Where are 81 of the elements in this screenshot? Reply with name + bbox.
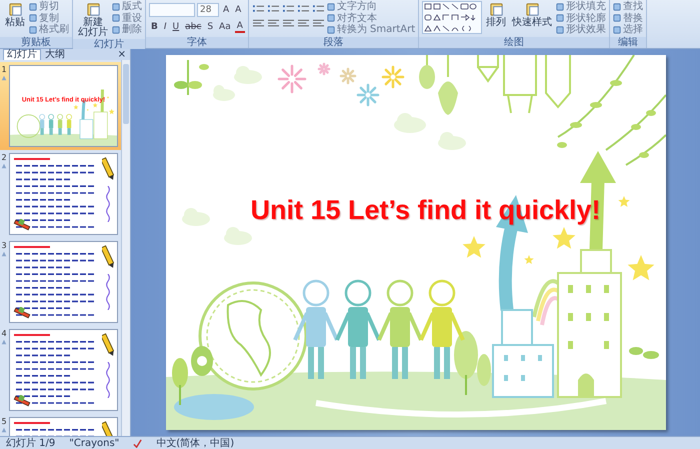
ribbon-button[interactable]: 形状效果 [556, 24, 606, 36]
slide-counter: 幻灯片 1/9 [6, 438, 56, 448]
squiggle-line-drawing [105, 362, 111, 398]
ribbon-button[interactable]: 形状填充 [556, 1, 606, 12]
spellcheck-icon[interactable] [133, 438, 142, 448]
ribbon-button[interactable]: 查找 [613, 1, 644, 12]
animation-icon [1, 75, 7, 81]
shrink-font-button[interactable]: A [233, 4, 244, 16]
sprout-drawing [174, 60, 208, 95]
cloud-drawing [234, 66, 262, 84]
star-icon [552, 227, 575, 249]
slide-thumbnail-item[interactable]: 2 [0, 150, 121, 238]
group-label: 绘图 [419, 37, 610, 48]
scrollbar[interactable] [121, 60, 130, 436]
grow-font-button[interactable]: A [221, 4, 232, 16]
cloud-drawing [224, 227, 252, 245]
leaves-drawing [628, 347, 658, 359]
crayon-icon [13, 307, 31, 319]
rainbow-drawing [532, 279, 558, 326]
ribbon-large-button[interactable]: 粘贴 [3, 1, 27, 29]
slide-number: 3 [1, 241, 7, 250]
star-icon [618, 196, 630, 207]
cloud-drawing [212, 85, 234, 101]
slide-number: 4 [1, 329, 7, 338]
language-indicator[interactable]: 中文(简体，中国) [156, 438, 234, 448]
format-button[interactable]: Aa [217, 20, 233, 33]
ribbon-button[interactable]: 删除 [112, 24, 142, 36]
tree-drawing [172, 358, 188, 405]
format-button[interactable]: I [162, 20, 169, 33]
ribbon-button[interactable]: 重设 [112, 12, 142, 24]
star-icon [462, 236, 485, 258]
pencil-icon [102, 244, 114, 270]
hanging-leaves-drawing [418, 55, 458, 115]
format-button[interactable]: S [205, 20, 216, 33]
ribbon-button[interactable]: 剪切 [29, 1, 69, 12]
slide-number: 2 [1, 153, 7, 162]
group-label: 字体 [146, 37, 248, 48]
star-icon [524, 255, 534, 264]
group-label: 剪贴板 [0, 37, 72, 48]
align-left-icon[interactable] [252, 19, 264, 29]
cloud-drawing [438, 132, 466, 150]
format-button[interactable]: U [170, 20, 182, 33]
cloud-drawing [394, 113, 426, 133]
slide-number: 5 [1, 417, 7, 426]
ribbon-button[interactable]: 文字方向 [326, 1, 416, 12]
ribbon-large-button[interactable]: 快速样式 [510, 1, 554, 29]
squiggle-line-drawing [105, 274, 111, 310]
ribbon-button[interactable]: 格式刷 [29, 24, 69, 36]
squiggle-line-drawing [105, 186, 111, 222]
theme-name: "Crayons" [69, 438, 120, 448]
group-label: 段落 [248, 37, 418, 48]
slide-number: 1 [1, 65, 7, 74]
close-button[interactable]: × [114, 49, 130, 60]
bullet-list-icon[interactable] [252, 4, 264, 14]
cloud-drawing [182, 208, 210, 226]
pane-tab[interactable]: 幻灯片 [3, 49, 41, 60]
ribbon-button[interactable]: 替换 [613, 12, 644, 24]
ribbon-button[interactable]: 版式 [112, 1, 142, 12]
font-name-field[interactable] [149, 3, 195, 17]
shapes-gallery[interactable] [422, 1, 482, 34]
font-size-field[interactable]: 28 [197, 3, 219, 17]
pencil-icon [102, 156, 114, 182]
flower-bush-drawing [190, 346, 212, 376]
slide-thumbnail-item[interactable]: 5 [0, 414, 121, 436]
ribbon-large-button[interactable]: 新建 幻灯片 [76, 1, 110, 39]
star-icon [627, 255, 654, 280]
format-button[interactable]: A [234, 20, 245, 33]
format-button[interactable]: abc [183, 20, 204, 33]
pencil-icon [102, 332, 114, 358]
crayon-icon [13, 395, 31, 407]
group-label: 幻灯片 [73, 39, 145, 50]
crayon-icon [13, 219, 31, 231]
slide-thumbnail-item[interactable]: 3 [0, 238, 121, 326]
ribbon-large-button[interactable]: 排列 [484, 1, 508, 29]
pane-tab[interactable]: 大纲 [41, 49, 69, 60]
ribbon-button[interactable]: 对齐文本 [326, 12, 416, 24]
ribbon-button[interactable]: 复制 [29, 12, 69, 24]
format-button[interactable]: B [149, 20, 160, 33]
group-label: 编辑 [610, 37, 646, 48]
ribbon-button[interactable]: 形状轮廓 [556, 12, 606, 24]
slide-thumbnail-item[interactable]: 4 [0, 326, 121, 414]
